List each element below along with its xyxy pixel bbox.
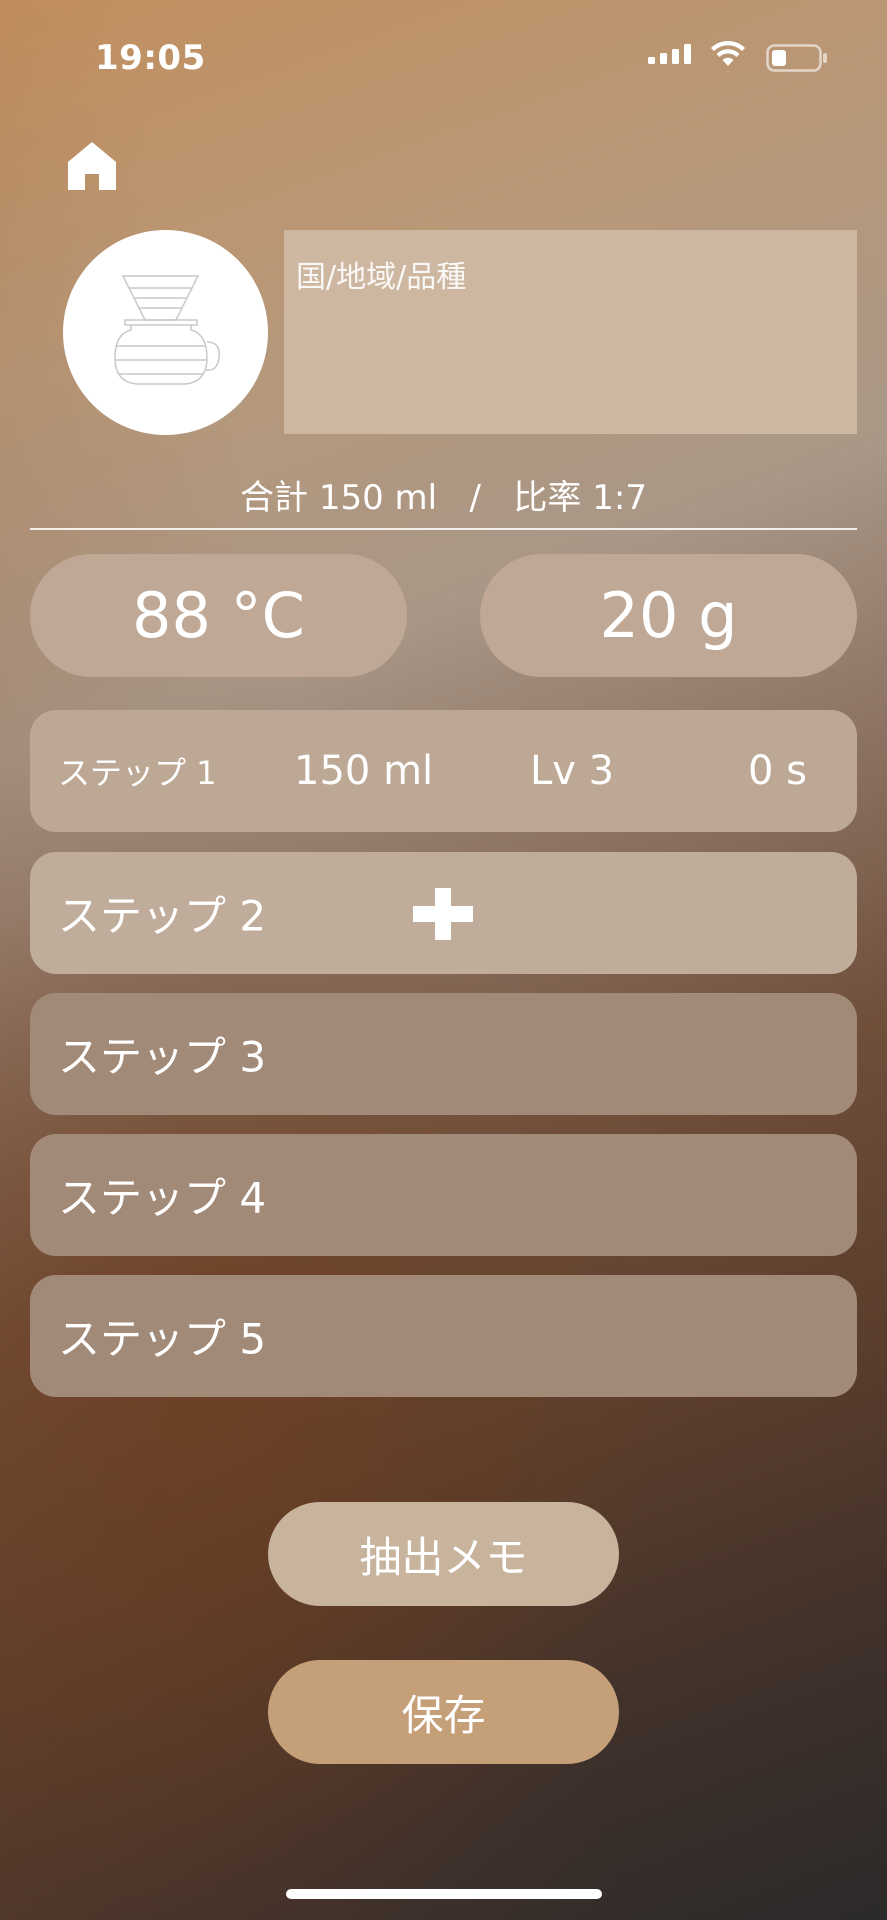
dripper-image[interactable] <box>63 230 268 435</box>
step-wait-time: 0 s <box>748 748 808 794</box>
step-row-3[interactable]: ステップ 3 <box>30 993 857 1115</box>
step-label: ステップ 1 <box>58 754 217 792</box>
save-button[interactable]: 保存 <box>268 1660 619 1764</box>
step-row-4[interactable]: ステップ 4 <box>30 1134 857 1256</box>
step-pour-level: Lv 3 <box>530 748 615 794</box>
step-row-2[interactable]: ステップ 2 <box>30 852 857 974</box>
step-label: ステップ 5 <box>58 1314 267 1364</box>
wifi-icon <box>711 40 745 66</box>
step-label: ステップ 4 <box>58 1173 267 1223</box>
temperature-button[interactable]: 88 °C <box>30 554 407 677</box>
cellular-signal-icon <box>648 44 691 64</box>
coffee-weight-button[interactable]: 20 g <box>480 554 857 677</box>
plus-icon[interactable] <box>413 888 473 940</box>
recipe-summary: 合計 150 ml / 比率 1:7 <box>240 478 647 518</box>
step-row-1[interactable]: ステップ 1 150 ml Lv 3 0 s <box>30 710 857 832</box>
origin-input[interactable] <box>284 230 857 434</box>
brew-memo-button[interactable]: 抽出メモ <box>268 1502 619 1606</box>
step-row-5[interactable]: ステップ 5 <box>30 1275 857 1397</box>
summary-divider <box>30 528 857 530</box>
home-indicator[interactable] <box>286 1889 602 1899</box>
status-time: 19:05 <box>95 38 206 78</box>
brew-recipe-screen: 19:05 国/地域/品種 合計 150 ml / 比率 1:7 88 °C 2… <box>0 0 887 1920</box>
pour-over-dripper-icon <box>114 275 220 385</box>
battery-icon <box>766 44 827 72</box>
step-label: ステップ 3 <box>58 1032 267 1082</box>
step-water-amount: 150 ml <box>294 748 434 794</box>
step-label: ステップ 2 <box>58 891 267 941</box>
home-icon[interactable] <box>66 140 118 192</box>
